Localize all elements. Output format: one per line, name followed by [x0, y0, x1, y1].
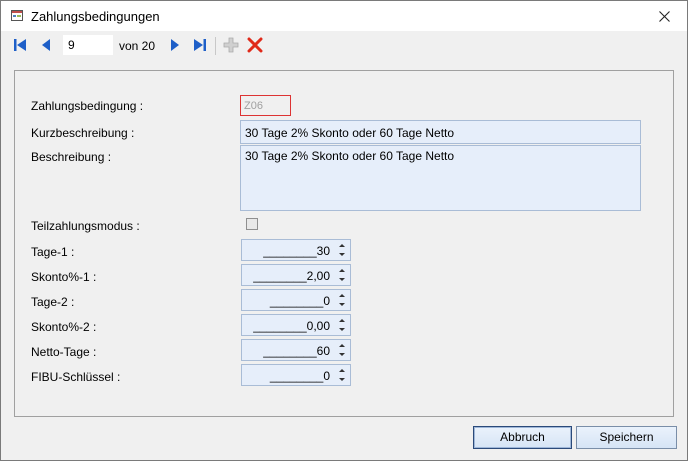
net-days-spinner[interactable]: ________60 [241, 339, 351, 361]
discount1-label: Skonto%-1 : [31, 270, 97, 284]
first-record-icon[interactable] [12, 37, 28, 53]
form-icon [11, 10, 23, 21]
record-navigator: von 20 [1, 31, 687, 59]
dialog-window: Zahlungsbedingungen von 20 [0, 0, 688, 461]
days1-spinner[interactable]: ________30 [241, 239, 351, 261]
cancel-button[interactable]: Abbruch [473, 426, 572, 449]
close-button[interactable] [641, 1, 687, 31]
record-position-input[interactable] [63, 35, 113, 55]
discount1-value: ________2,00 [253, 269, 330, 283]
fibu-key-spinner[interactable]: ________0 [241, 364, 351, 386]
days2-spinner[interactable]: ________0 [241, 289, 351, 311]
description-field[interactable]: 30 Tage 2% Skonto oder 60 Tage Netto [240, 145, 641, 211]
save-button[interactable]: Speichern [576, 426, 677, 449]
previous-record-icon[interactable] [38, 37, 54, 53]
days1-value: ________30 [263, 244, 330, 258]
code-label: Zahlungsbedingung : [31, 99, 144, 113]
fibu-key-label: FIBU-Schlüssel : [31, 370, 121, 384]
short-description-field[interactable]: 30 Tage 2% Skonto oder 60 Tage Netto [240, 120, 641, 144]
last-record-icon[interactable] [192, 37, 208, 53]
spinner-arrows-icon[interactable] [336, 266, 348, 284]
spinner-arrows-icon[interactable] [336, 341, 348, 359]
toolbar-separator [215, 37, 216, 55]
net-days-value: ________60 [263, 344, 330, 358]
days1-label: Tage-1 : [31, 245, 75, 259]
code-field[interactable]: Z06 [240, 95, 291, 116]
partial-payment-label: Teilzahlungsmodus : [31, 219, 140, 233]
close-icon [658, 10, 670, 22]
partial-payment-checkbox[interactable] [246, 218, 258, 230]
discount2-label: Skonto%-2 : [31, 320, 97, 334]
net-days-label: Netto-Tage : [31, 345, 97, 359]
record-count-label: von 20 [119, 39, 156, 53]
days2-value: ________0 [269, 294, 330, 308]
spinner-arrows-icon[interactable] [336, 291, 348, 309]
days2-label: Tage-2 : [31, 295, 75, 309]
delete-icon[interactable] [247, 37, 263, 53]
add-icon[interactable] [223, 37, 239, 53]
fibu-key-value: ________0 [269, 369, 330, 383]
short-description-label: Kurzbeschreibung : [31, 126, 135, 140]
spinner-arrows-icon[interactable] [336, 316, 348, 334]
spinner-arrows-icon[interactable] [336, 366, 348, 384]
title-bar[interactable]: Zahlungsbedingungen [1, 1, 687, 31]
next-record-icon[interactable] [167, 37, 183, 53]
discount2-spinner[interactable]: ________0,00 [241, 314, 351, 336]
discount2-value: ________0,00 [253, 319, 330, 333]
discount1-spinner[interactable]: ________2,00 [241, 264, 351, 286]
description-label: Beschreibung : [31, 150, 112, 164]
spinner-arrows-icon[interactable] [336, 241, 348, 259]
window-title: Zahlungsbedingungen [31, 9, 160, 24]
